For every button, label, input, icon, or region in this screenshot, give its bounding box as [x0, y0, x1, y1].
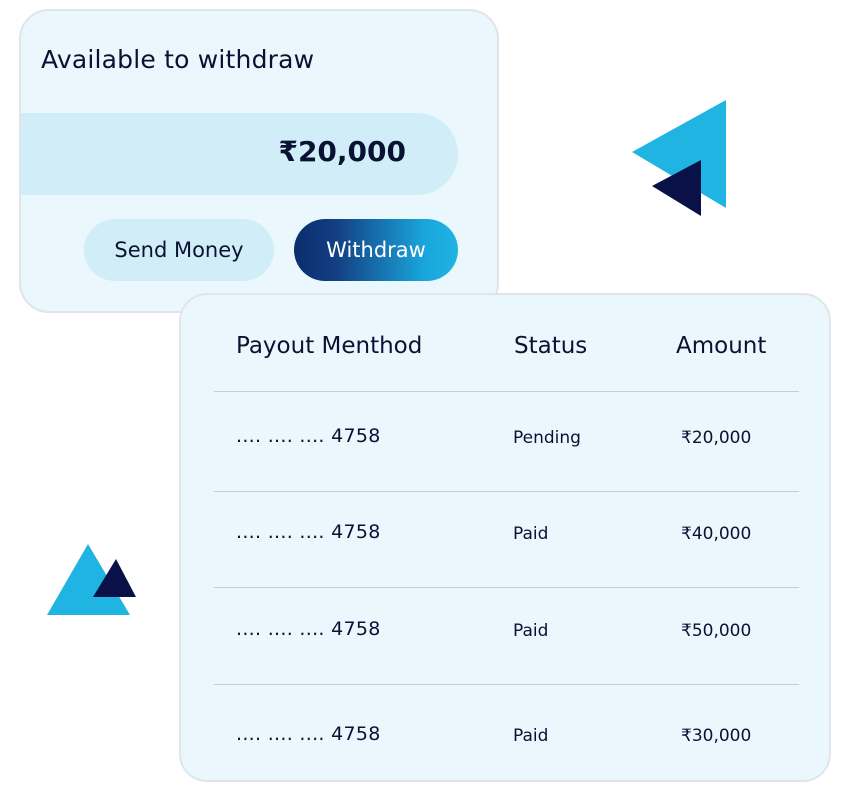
column-header-amount: Amount: [676, 333, 767, 359]
status-cell: Paid: [513, 726, 549, 746]
withdraw-button[interactable]: Withdraw: [294, 219, 458, 281]
amount-cell: ₹50,000: [681, 621, 752, 641]
withdraw-card-title: Available to withdraw: [41, 45, 315, 74]
payout-method-cell: .... .... .... 4758: [236, 723, 381, 745]
status-cell: Paid: [513, 524, 549, 544]
header-divider: [214, 391, 799, 392]
row-divider: [214, 491, 799, 492]
balance-value: ₹20,000: [278, 135, 406, 168]
payout-method-cell: .... .... .... 4758: [236, 618, 381, 640]
amount-cell: ₹40,000: [681, 524, 752, 544]
payout-table: Payout Menthod Status Amount .... .... .…: [179, 293, 831, 782]
withdraw-button-label: Withdraw: [326, 238, 426, 262]
withdraw-card: Available to withdraw ₹20,000 Send Money…: [19, 9, 499, 313]
paper-plane-triangles-icon: [632, 100, 726, 216]
column-header-payout-method: Payout Menthod: [236, 333, 423, 359]
mountain-triangles-icon: [47, 544, 136, 615]
row-divider: [214, 587, 799, 588]
payout-method-cell: .... .... .... 4758: [236, 521, 381, 543]
payout-method-cell: .... .... .... 4758: [236, 425, 381, 447]
status-cell: Paid: [513, 621, 549, 641]
row-divider: [214, 684, 799, 685]
send-money-button-label: Send Money: [114, 238, 244, 262]
send-money-button[interactable]: Send Money: [84, 219, 274, 281]
amount-cell: ₹30,000: [681, 726, 752, 746]
status-cell: Pending: [513, 428, 581, 448]
column-header-status: Status: [514, 333, 588, 359]
amount-cell: ₹20,000: [681, 428, 752, 448]
balance-display: ₹20,000: [21, 113, 458, 195]
canvas: Available to withdraw ₹20,000 Send Money…: [0, 0, 850, 791]
